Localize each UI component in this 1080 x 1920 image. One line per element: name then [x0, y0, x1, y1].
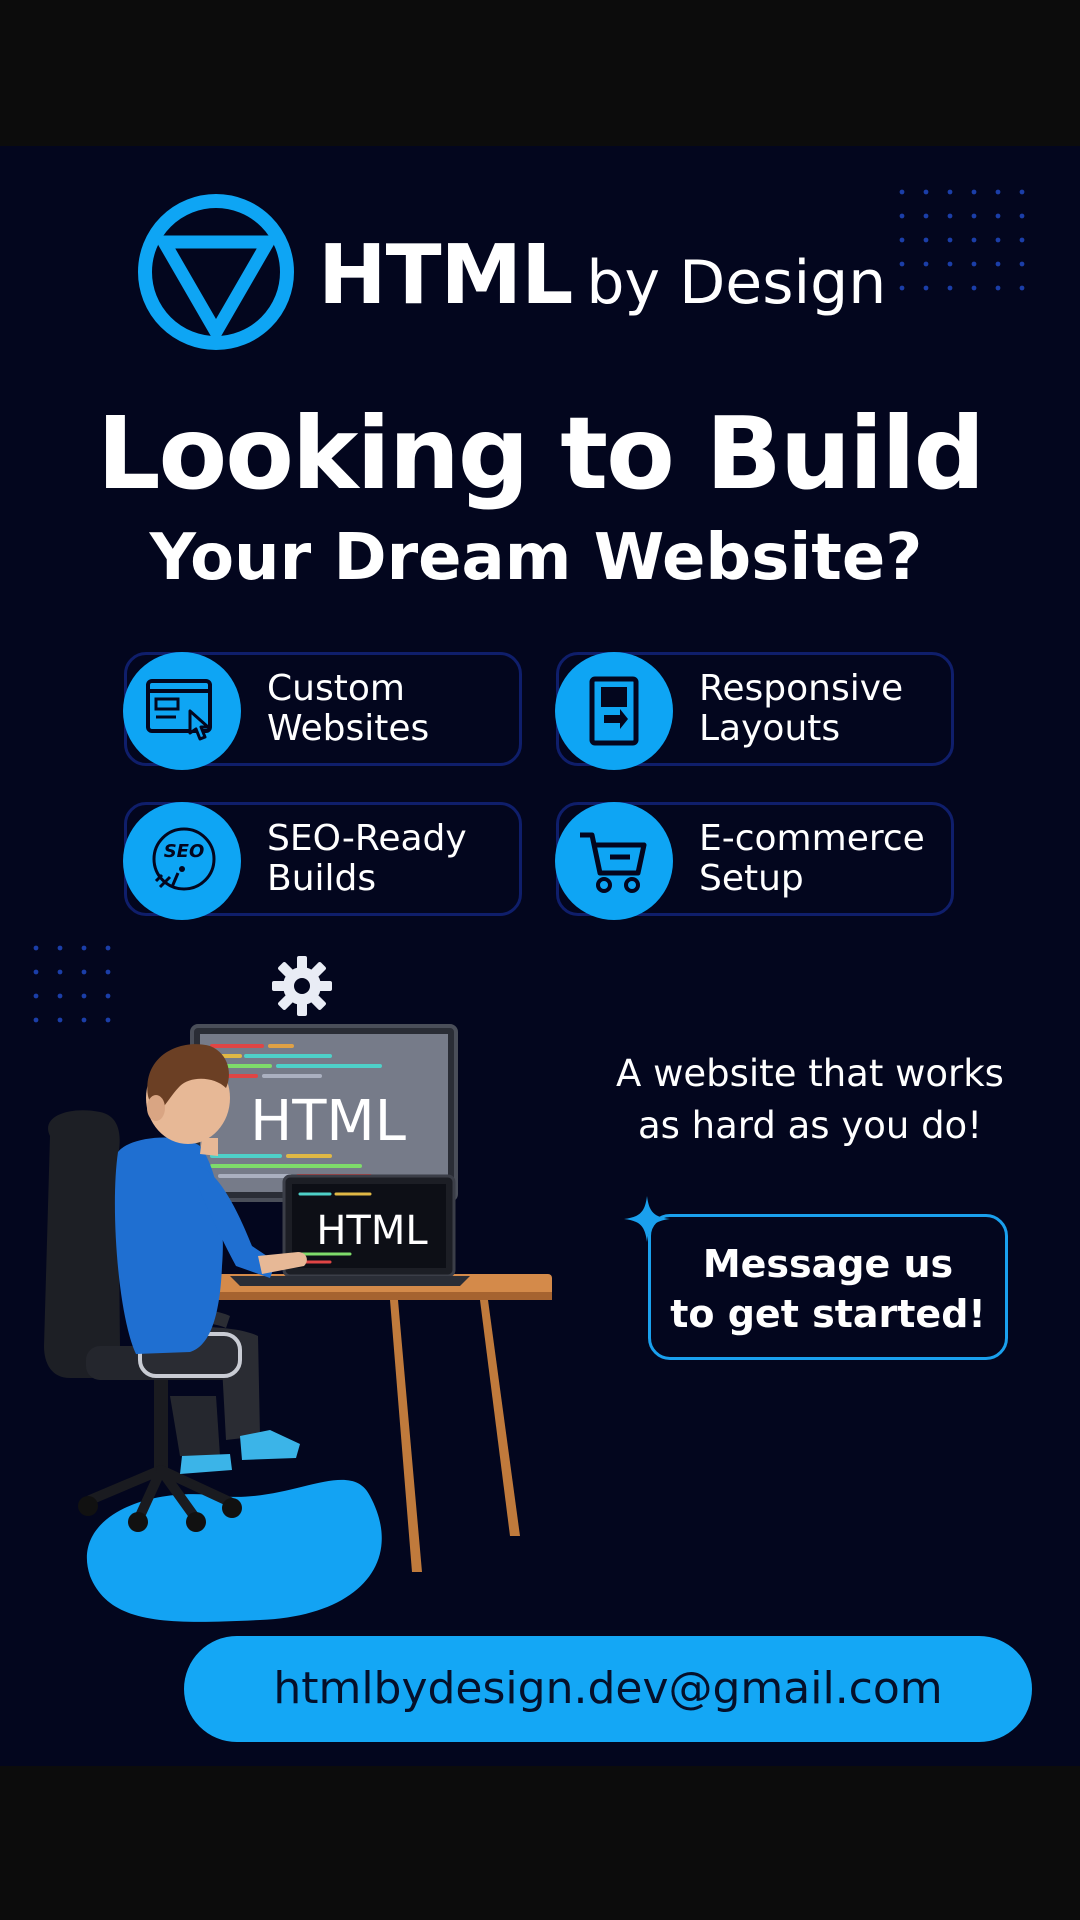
feature-label-line-2: Websites: [267, 708, 430, 749]
email-address: htmlbydesign.dev@gmail.com: [273, 1663, 943, 1714]
developer-illustration: HTML HTML: [44, 1024, 552, 1622]
tagline-line-1: A website that works: [616, 1052, 1004, 1095]
feature-label-line-2: Layouts: [699, 708, 841, 749]
feature-seo-ready-builds: SEO SEO-Ready Builds: [123, 802, 522, 920]
feature-label-line-1: Custom: [267, 668, 405, 709]
brand-name-bold: HTML: [318, 228, 573, 323]
feature-responsive-layouts: Responsive Layouts: [555, 652, 954, 770]
feature-icon-disc: [555, 652, 673, 770]
brand-name: HTML by Design: [318, 228, 886, 323]
tagline-line-2: as hard as you do!: [637, 1104, 983, 1147]
feature-label-line-1: SEO-Ready: [267, 818, 467, 859]
cta-line-1: Message us: [702, 1242, 954, 1286]
monitor-text: HTML: [250, 1089, 406, 1154]
feature-icon-disc: [555, 802, 673, 920]
feature-label-line-1: Responsive: [699, 668, 904, 709]
headline: Looking to Build Your Dream Website?: [0, 396, 1080, 598]
browser-click-icon: [146, 679, 212, 741]
message-us-button[interactable]: Message us to get started!: [648, 1214, 1008, 1360]
feature-custom-websites: Custom Websites: [123, 652, 522, 770]
feature-label-line-1: E-commerce: [699, 818, 925, 859]
poster: HTML by Design Looking to Build Your Drea…: [0, 146, 1080, 1766]
cta-line-2: to get started!: [670, 1292, 986, 1336]
feature-icon-disc: [123, 652, 241, 770]
feature-label: Responsive Layouts: [699, 669, 949, 749]
feature-label: E-commerce Setup: [699, 819, 949, 899]
gear-icon: [272, 956, 332, 1016]
feature-label-line-2: Builds: [267, 858, 377, 899]
mobile-device-icon: [589, 676, 639, 746]
triangle-in-circle-icon: [138, 194, 294, 350]
dot-grid-top-right: [899, 189, 1025, 291]
feature-icon-disc: SEO: [123, 802, 241, 920]
shopping-cart-icon: [580, 832, 647, 893]
laptop-text: HTML: [316, 1208, 428, 1254]
feature-ecommerce-setup: E-commerce Setup: [555, 802, 954, 920]
tagline: A website that works as hard as you do!: [580, 1048, 1040, 1152]
email-button[interactable]: htmlbydesign.dev@gmail.com: [184, 1636, 1032, 1742]
brand-name-rest: by Design: [586, 248, 887, 318]
headline-line-1: Looking to Build: [96, 395, 985, 512]
feature-label: Custom Websites: [267, 669, 517, 749]
seo-icon-text: SEO: [164, 841, 205, 862]
headline-line-2: Your Dream Website?: [149, 521, 923, 595]
feature-label: SEO-Ready Builds: [267, 819, 517, 899]
seo-icon: SEO: [152, 827, 216, 891]
feature-label-line-2: Setup: [699, 858, 804, 899]
